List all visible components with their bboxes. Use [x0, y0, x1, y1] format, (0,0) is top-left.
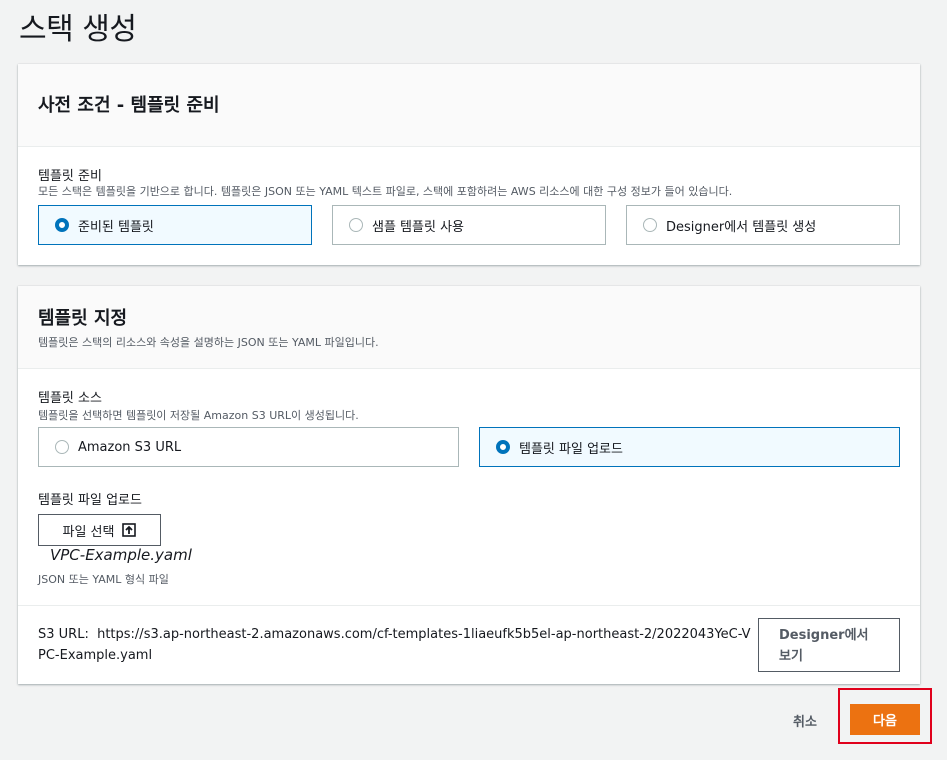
option-designer-template[interactable]: Designer에서 템플릿 생성	[626, 205, 900, 245]
next-button-highlight	[838, 688, 932, 744]
source-option-upload[interactable]: 템플릿 파일 업로드	[479, 427, 900, 467]
radio-s3-url[interactable]	[55, 440, 69, 454]
option-designer-template-label: Designer에서 템플릿 생성	[666, 219, 817, 235]
s3-url-value: https://s3.ap-northeast-2.amazonaws.com/…	[38, 627, 751, 663]
source-option-s3-url[interactable]: Amazon S3 URL	[38, 427, 459, 467]
selected-file-name: VPC-Example.yaml	[50, 546, 192, 564]
choose-file-label: 파일 선택	[62, 524, 115, 540]
prerequisite-title: 사전 조건 - 템플릿 준비	[38, 95, 220, 116]
specify-template-panel: 템플릿 지정 템플릿은 스택의 리소스와 속성을 설명하는 JSON 또는 YA…	[18, 286, 920, 684]
specify-template-header: 템플릿 지정 템플릿은 스택의 리소스와 속성을 설명하는 JSON 또는 YA…	[18, 286, 920, 369]
specify-template-title: 템플릿 지정	[38, 308, 128, 329]
option-sample-template[interactable]: 샘플 템플릿 사용	[332, 205, 606, 245]
upload-icon	[122, 523, 137, 537]
template-source-description: 템플릿을 선택하면 템플릿이 저장될 Amazon S3 URL이 생성됩니다.	[38, 409, 359, 422]
choose-file-button[interactable]: 파일 선택	[38, 514, 161, 546]
source-option-upload-label: 템플릿 파일 업로드	[519, 441, 623, 457]
page-title: 스택 생성	[19, 12, 137, 47]
template-source-label: 템플릿 소스	[38, 391, 102, 406]
view-in-designer-button[interactable]: Designer에서 보기	[758, 618, 900, 672]
source-option-s3-url-label: Amazon S3 URL	[78, 439, 182, 455]
radio-template-ready[interactable]	[55, 218, 69, 232]
s3-url-display: S3 URL: https://s3.ap-northeast-2.amazon…	[38, 624, 753, 666]
option-template-ready[interactable]: 준비된 템플릿	[38, 205, 312, 245]
upload-label: 템플릿 파일 업로드	[38, 493, 142, 508]
prerequisite-header: 사전 조건 - 템플릿 준비	[18, 64, 920, 147]
radio-sample-template[interactable]	[349, 218, 363, 232]
specify-template-description: 템플릿은 스택의 리소스와 속성을 설명하는 JSON 또는 YAML 파일입니…	[38, 336, 379, 349]
option-sample-template-label: 샘플 템플릿 사용	[372, 219, 464, 235]
radio-upload[interactable]	[496, 440, 510, 454]
cancel-button[interactable]: 취소	[780, 709, 830, 731]
s3-url-label: S3 URL:	[38, 627, 89, 642]
prerequisite-panel: 사전 조건 - 템플릿 준비 템플릿 준비 모든 스택은 템플릿을 기반으로 합…	[18, 64, 920, 265]
prepare-template-label: 템플릿 준비	[38, 169, 102, 184]
radio-designer-template[interactable]	[643, 218, 657, 232]
divider	[18, 605, 920, 606]
option-template-ready-label: 준비된 템플릿	[78, 219, 154, 235]
prepare-template-description: 모든 스택은 템플릿을 기반으로 합니다. 템플릿은 JSON 또는 YAML …	[38, 185, 733, 198]
file-constraint: JSON 또는 YAML 형식 파일	[38, 573, 169, 586]
